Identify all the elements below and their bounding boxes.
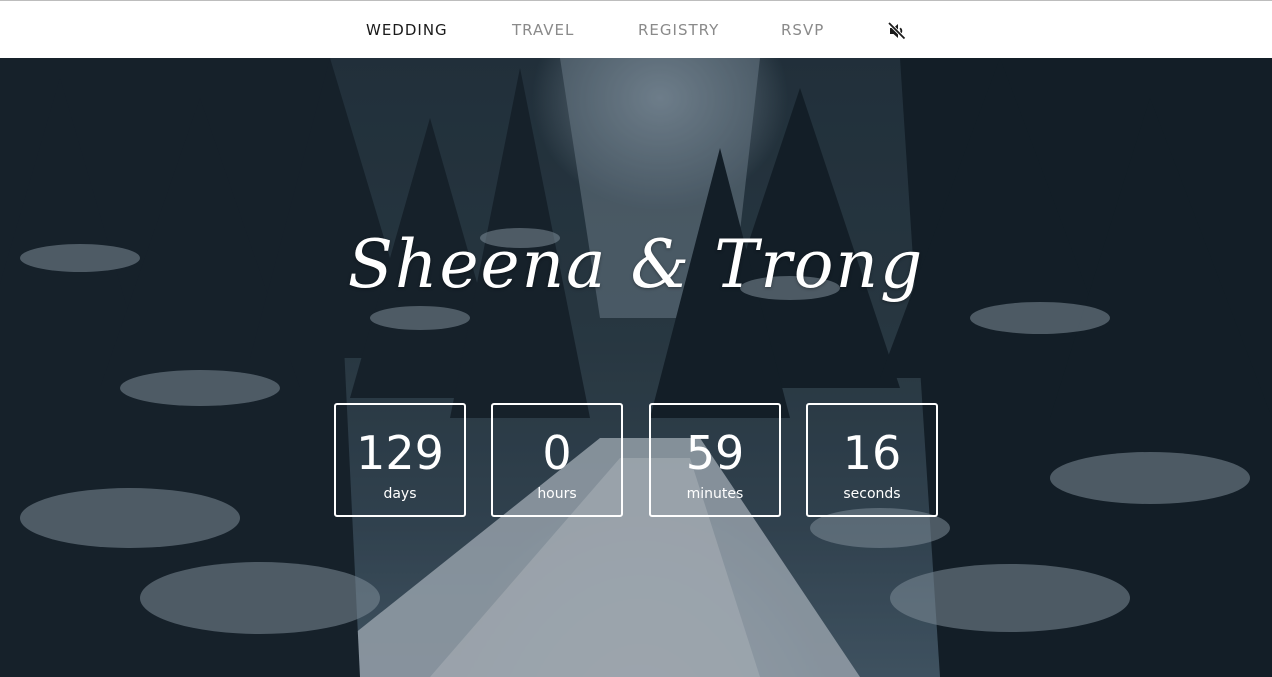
couple-names-title: Sheena & Trong [347,226,925,303]
countdown-hours: 0 hours [491,403,623,517]
countdown-days: 129 days [334,403,466,517]
countdown-seconds-value: 16 [842,426,902,480]
countdown-minutes: 59 minutes [649,403,781,517]
nav-link-wedding[interactable]: WEDDING [366,21,448,41]
countdown-days-value: 129 [356,426,444,480]
hero-section: Sheena & Trong 129 days 0 hours 59 minut… [0,58,1272,677]
countdown-seconds: 16 seconds [806,403,938,517]
countdown-minutes-label: minutes [686,486,744,502]
mute-button[interactable] [887,21,907,41]
nav-link-registry[interactable]: REGISTRY [638,21,719,41]
hero-overlay [0,58,1272,677]
countdown-hours-label: hours [537,486,577,502]
speaker-muted-icon [887,21,906,40]
countdown-minutes-value: 59 [685,426,745,480]
countdown-hours-value: 0 [542,426,572,480]
nav-link-rsvp[interactable]: RSVP [781,21,824,41]
nav-link-travel[interactable]: TRAVEL [512,21,574,41]
countdown-days-label: days [383,486,417,502]
countdown-seconds-label: seconds [843,486,901,502]
top-nav: WEDDING TRAVEL REGISTRY RSVP [0,0,1272,58]
